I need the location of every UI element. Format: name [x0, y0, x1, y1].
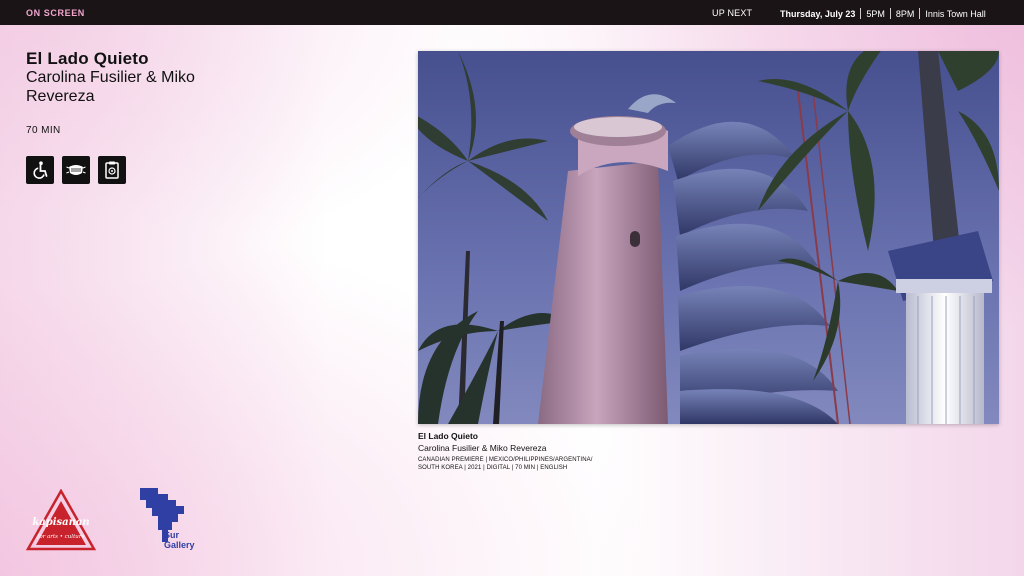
kapisanan-logo-tagline: for arts • culture — [36, 534, 85, 540]
kapisanan-logo: kapisanan for arts • culture — [25, 488, 97, 551]
top-bar: ON SCREEN UP NEXT Thursday, July 23 5PM … — [0, 0, 1024, 25]
divider — [860, 8, 862, 19]
film-still-image — [418, 51, 999, 424]
film-runtime: 70 MIN — [26, 125, 61, 136]
screening-schedule: Thursday, July 23 5PM 8PM Innis Town Hal… — [780, 8, 986, 19]
section-label: ON SCREEN — [26, 8, 85, 18]
up-next-label: UP NEXT — [712, 8, 753, 18]
divider — [889, 8, 891, 19]
screening-venue: Innis Town Hall — [925, 8, 986, 19]
kapisanan-logo-text: kapisanan — [32, 517, 89, 528]
screening-date: Thursday, July 23 — [780, 8, 856, 19]
accessibility-icons — [26, 156, 126, 184]
face-mask-icon — [62, 156, 90, 184]
clipboard-icon — [98, 156, 126, 184]
screening-time-1: 5PM — [866, 8, 885, 19]
film-title: El Lado Quieto — [26, 49, 149, 68]
image-caption: El Lado Quieto Carolina Fusilier & Miko … — [418, 431, 718, 472]
caption-details: CANADIAN PREMIERE | MEXICO/PHILIPPINES/A… — [418, 457, 593, 471]
sur-logo-line-2: Gallery — [164, 540, 195, 550]
divider — [919, 8, 921, 19]
wheelchair-icon — [26, 156, 54, 184]
screening-time-2: 8PM — [895, 8, 915, 19]
sur-gallery-logo: Sur Gallery — [138, 486, 212, 552]
caption-directors: Carolina Fusilier & Miko Revereza — [418, 443, 547, 453]
film-directors: Carolina Fusilier & Miko Revereza — [26, 69, 195, 105]
sur-logo-line-1: Sur — [164, 530, 180, 540]
caption-title: El Lado Quieto — [418, 431, 478, 441]
